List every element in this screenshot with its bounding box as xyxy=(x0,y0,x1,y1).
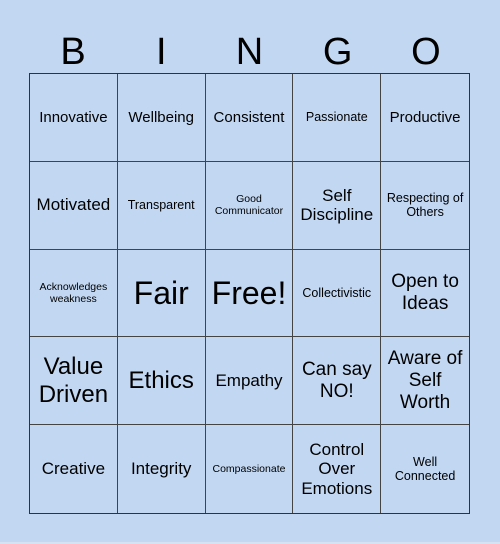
bingo-cell[interactable]: Value Driven xyxy=(30,337,118,426)
bingo-cell[interactable]: Transparent xyxy=(117,161,206,250)
bingo-cell[interactable]: Respecting of Others xyxy=(381,162,469,250)
bingo-cell[interactable]: Ethics xyxy=(117,337,206,426)
bingo-cell[interactable]: Acknowledges weakness xyxy=(30,249,118,338)
header-letter-o: O xyxy=(411,31,441,73)
bingo-header: B I N G O xyxy=(29,30,470,74)
bingo-cell[interactable]: Consistent xyxy=(205,74,294,162)
bingo-cell[interactable]: Control Over Emotions xyxy=(293,425,382,513)
bingo-cell[interactable]: Compassionate xyxy=(206,425,294,513)
bingo-cell[interactable]: Productive xyxy=(381,74,469,162)
bingo-cell[interactable]: Collectivistic xyxy=(293,249,382,338)
bingo-cell[interactable]: Motivated xyxy=(30,161,118,250)
bingo-cell[interactable]: Self Discipline xyxy=(293,161,382,250)
bingo-cell[interactable]: Passionate xyxy=(293,74,382,162)
free-space-cell[interactable]: Free! xyxy=(205,249,294,338)
bingo-cell[interactable]: Creative xyxy=(30,425,118,513)
bingo-cell[interactable]: Empathy xyxy=(205,337,294,426)
bingo-cell[interactable]: Integrity xyxy=(118,425,206,513)
bingo-cell[interactable]: Well Connected xyxy=(381,425,469,513)
bingo-cell[interactable]: Innovative xyxy=(30,74,118,162)
bingo-cell[interactable]: Open to Ideas xyxy=(381,250,469,338)
header-letter-n: N xyxy=(235,31,264,73)
bingo-cell[interactable]: Aware of Self Worth xyxy=(381,337,469,426)
bingo-cell[interactable]: Fair xyxy=(117,249,206,338)
bingo-grid: Innovative Wellbeing Consistent Passionate P… xyxy=(29,73,470,514)
header-letter-i: I xyxy=(156,31,167,73)
bingo-cell[interactable]: Wellbeing xyxy=(117,74,206,162)
header-letter-b: B xyxy=(60,31,86,73)
bingo-cell[interactable]: Good Communicator xyxy=(205,161,294,250)
bingo-cell[interactable]: Can say NO! xyxy=(293,337,382,426)
header-letter-g: G xyxy=(322,31,353,73)
